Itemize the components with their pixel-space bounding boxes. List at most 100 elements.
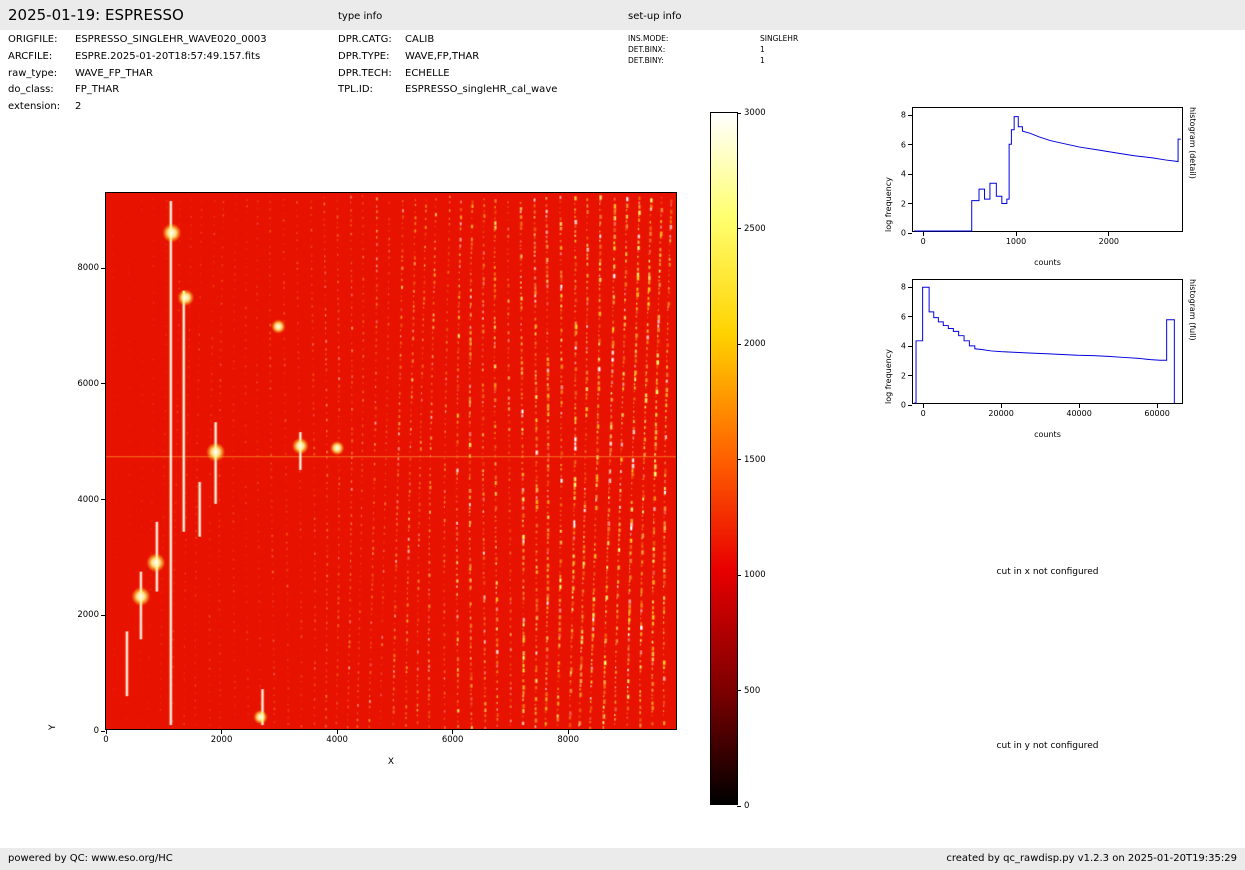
y-tick-mark (908, 203, 912, 204)
x-tick-mark (923, 404, 924, 408)
histogram_full-series (914, 287, 1174, 403)
type-info-row: DPR.TYPE:WAVE,FP,THAR (338, 49, 557, 66)
qc-report-page: 2025-01-19: ESPRESSO type info set-up in… (0, 0, 1245, 870)
cut-x-note: cut in x not configured (912, 567, 1183, 577)
x-tick-label: 8000 (557, 735, 579, 745)
colorbar-tick-label: 2000 (744, 339, 766, 349)
y-tick-label: 8 (901, 283, 906, 292)
y-tick-mark (908, 346, 912, 347)
field-label: DPR.CATG: (338, 32, 405, 49)
y-tick-label: 0 (901, 401, 906, 410)
field-value: SINGLEHR (760, 34, 798, 43)
y-tick-mark (101, 268, 105, 269)
page-title: 2025-01-19: ESPRESSO (8, 6, 184, 24)
colorbar: 050010001500200025003000 (710, 112, 738, 805)
field-label: do_class: (8, 82, 75, 99)
field-label: extension: (8, 99, 75, 116)
y-tick-label: 0 (901, 229, 906, 238)
main-x-axis-label: X (105, 757, 677, 767)
colorbar-tick-mark (737, 113, 741, 114)
y-tick-label: 6000 (77, 379, 99, 389)
y-tick-mark (908, 405, 912, 406)
detector-image-canvas (106, 193, 676, 729)
colorbar-tick-label: 500 (744, 686, 760, 696)
x-tick-label: 0 (921, 409, 926, 418)
type-info-row: DPR.TECH:ECHELLE (338, 66, 557, 83)
y-tick-mark (908, 316, 912, 317)
colorbar-tick-mark (737, 228, 741, 229)
y-tick-label: 8 (901, 111, 906, 120)
type-info-heading: type info (338, 11, 382, 22)
y-tick-label: 8000 (77, 263, 99, 273)
y-tick-label: 4 (901, 342, 906, 351)
main-image-plot: 0200040006000800002000400060008000 (105, 192, 677, 730)
x-tick-label: 1000 (1006, 237, 1026, 246)
y-tick-mark (908, 174, 912, 175)
x-tick-mark (452, 730, 453, 734)
x-tick-label: 2000 (211, 735, 233, 745)
histogram-full-side-label: histogram (full) (1188, 279, 1197, 404)
field-label: DPR.TECH: (338, 66, 405, 83)
field-value: 1 (760, 45, 765, 54)
colorbar-tick-label: 0 (744, 801, 749, 811)
field-label: ARCFILE: (8, 49, 75, 66)
histogram-detail-side-label: histogram (detail) (1188, 107, 1197, 232)
y-tick-mark (908, 287, 912, 288)
field-value: 2 (75, 101, 81, 112)
field-value: ESPRESSO_SINGLEHR_WAVE020_0003 (75, 34, 267, 45)
histogram-detail-x-label: counts (912, 258, 1183, 267)
cut-y-note: cut in y not configured (912, 741, 1183, 751)
y-tick-label: 0 (94, 726, 99, 736)
field-value: FP_THAR (75, 84, 119, 95)
field-label: raw_type: (8, 66, 75, 83)
y-tick-label: 2 (901, 199, 906, 208)
y-tick-mark (101, 615, 105, 616)
histogram-full-plot: 020000400006000002468 (912, 279, 1183, 404)
colorbar-tick-label: 1500 (744, 455, 766, 465)
x-tick-mark (1157, 404, 1158, 408)
y-tick-label: 6 (901, 140, 906, 149)
colorbar-tick-mark (737, 690, 741, 691)
x-tick-label: 0 (921, 237, 926, 246)
field-value: WAVE_FP_THAR (75, 68, 153, 79)
type-info-row: DPR.CATG:CALIB (338, 32, 557, 49)
file-info-row: do_class:FP_THAR (8, 82, 267, 99)
histogram_full-line-chart (913, 280, 1182, 403)
colorbar-tick-label: 2500 (744, 224, 766, 234)
y-tick-mark (908, 115, 912, 116)
file-info-row: raw_type:WAVE_FP_THAR (8, 66, 267, 83)
footer-right-text: created by qc_rawdisp.py v1.2.3 on 2025-… (946, 848, 1237, 870)
x-tick-mark (106, 730, 107, 734)
type-info-row: TPL.ID:ESPRESSO_singleHR_cal_wave (338, 82, 557, 99)
histogram_detail-series (914, 117, 1181, 231)
field-label: ORIGFILE: (8, 32, 75, 49)
setup-info-block: INS.MODE:SINGLEHR DET.BINX:1 DET.BINY:1 (628, 33, 798, 66)
field-value: ESPRESSO_singleHR_cal_wave (405, 84, 557, 95)
y-tick-label: 4000 (77, 495, 99, 505)
x-tick-label: 4000 (326, 735, 348, 745)
x-tick-label: 2000 (1099, 237, 1119, 246)
colorbar-tick-label: 3000 (744, 108, 766, 118)
x-tick-label: 20000 (988, 409, 1013, 418)
histogram-full-x-label: counts (912, 430, 1183, 439)
x-tick-label: 40000 (1066, 409, 1091, 418)
setup-info-row: DET.BINX:1 (628, 44, 798, 55)
histogram-full-y-label: log frequency (884, 279, 893, 404)
colorbar-tick-mark (737, 806, 741, 807)
colorbar-tick-mark (737, 575, 741, 576)
x-tick-label: 6000 (442, 735, 464, 745)
y-tick-mark (908, 233, 912, 234)
colorbar-tick-label: 1000 (744, 570, 766, 580)
setup-info-heading: set-up info (628, 11, 682, 22)
file-info-row: ARCFILE:ESPRE.2025-01-20T18:57:49.157.fi… (8, 49, 267, 66)
x-tick-mark (1016, 232, 1017, 236)
y-tick-label: 2 (901, 371, 906, 380)
field-label: DPR.TYPE: (338, 49, 405, 66)
x-tick-label: 60000 (1144, 409, 1169, 418)
y-tick-mark (908, 375, 912, 376)
footer-left-text: powered by QC: www.eso.org/HC (8, 848, 173, 870)
histogram_detail-line-chart (913, 108, 1182, 231)
x-tick-mark (337, 730, 338, 734)
field-label: DET.BINX: (628, 44, 760, 55)
x-tick-mark (221, 730, 222, 734)
